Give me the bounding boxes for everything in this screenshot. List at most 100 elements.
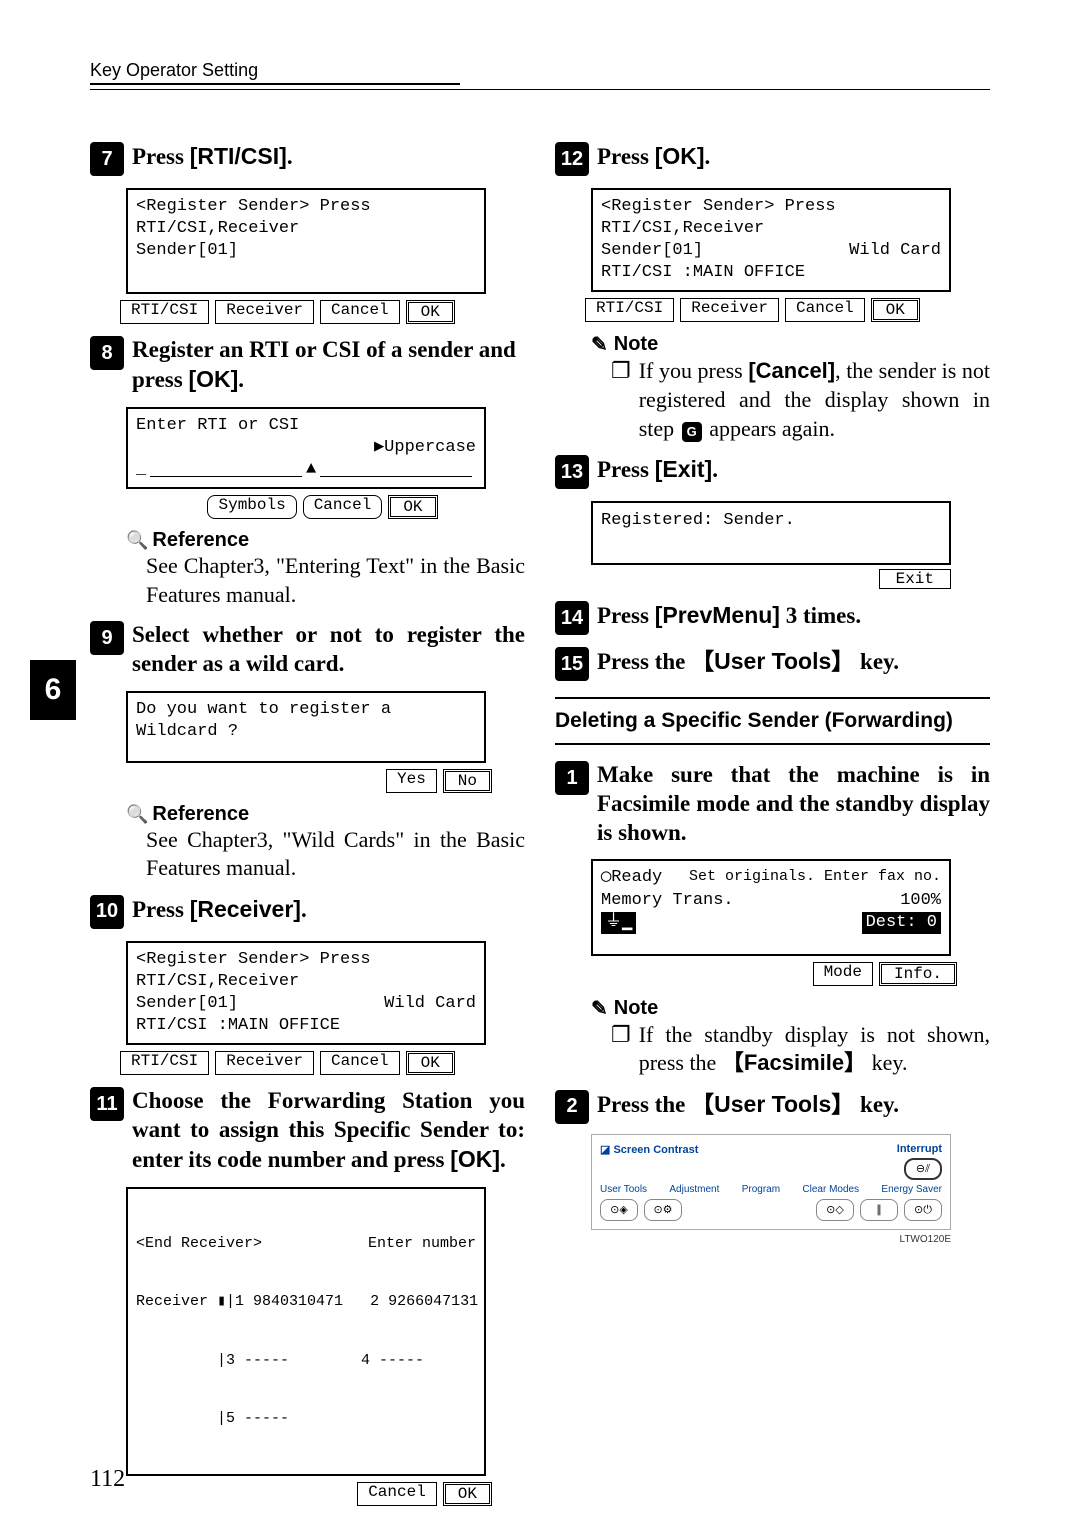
sk-mode[interactable]: Mode bbox=[813, 962, 873, 986]
step-number-9: 9 bbox=[90, 621, 124, 655]
step-13: 13 Press [Exit]. bbox=[555, 455, 990, 489]
energy-saver-button[interactable]: ⊙⏻ bbox=[904, 1199, 942, 1221]
sk-cancel[interactable]: Cancel bbox=[357, 1482, 437, 1506]
note-head-d1: Note bbox=[591, 996, 990, 1021]
note-head-12: Note bbox=[591, 332, 990, 357]
dstep-2-text: Press the bbox=[597, 1092, 691, 1117]
user-tools-key: User Tools bbox=[691, 648, 854, 674]
step-10-text: Press bbox=[132, 897, 190, 922]
softkeys-9: Yes No bbox=[120, 769, 492, 793]
clear-modes-button[interactable]: ∥ bbox=[860, 1199, 898, 1221]
step-12: 12 Press [OK]. bbox=[555, 142, 990, 176]
adjustment-button[interactable]: ⊙⚙ bbox=[644, 1199, 682, 1221]
step-number-13: 13 bbox=[555, 455, 589, 489]
header-section: Key Operator Setting bbox=[90, 60, 990, 81]
lcd-8: Enter RTI or CSI ▶Uppercase _▲ bbox=[126, 407, 486, 489]
lcd-13: Registered: Sender. bbox=[591, 501, 951, 565]
lcd-11: <End Receiver>Enter number Receiver ▮|1 … bbox=[126, 1187, 486, 1476]
prevmenu-label: [PrevMenu] bbox=[655, 602, 780, 628]
step-7-text: Press bbox=[132, 144, 190, 169]
sk-rti-csi[interactable]: RTI/CSI bbox=[120, 1051, 209, 1075]
sk-rti-csi[interactable]: RTI/CSI bbox=[585, 298, 674, 322]
left-column: 7 Press [RTI/CSI]. <Register Sender> Pre… bbox=[90, 130, 525, 1516]
softkeys-13: Exit bbox=[555, 569, 951, 589]
softkeys-7: RTI/CSI Receiver Cancel OK bbox=[120, 300, 525, 324]
softkeys-10: RTI/CSI Receiver Cancel OK bbox=[120, 1051, 525, 1075]
reference-head-9: Reference bbox=[126, 803, 525, 826]
sk-receiver[interactable]: Receiver bbox=[680, 298, 779, 322]
sk-no[interactable]: No bbox=[443, 769, 492, 793]
step-8: 8 Register an RTI or CSI of a sender and… bbox=[90, 336, 525, 395]
softkeys-12: RTI/CSI Receiver Cancel OK bbox=[585, 298, 990, 322]
screen-contrast-icon: ◪ bbox=[600, 1144, 613, 1156]
ok-label: [OK] bbox=[655, 143, 705, 169]
sk-cancel[interactable]: Cancel bbox=[785, 298, 865, 322]
sk-symbols[interactable]: Symbols bbox=[207, 495, 296, 519]
step-number-11: 11 bbox=[90, 1087, 124, 1121]
user-tools-key: User Tools bbox=[691, 1091, 854, 1117]
right-column: 12 Press [OK]. <Register Sender> Press R… bbox=[555, 130, 990, 1516]
header-rule bbox=[90, 89, 990, 90]
sk-ok[interactable]: OK bbox=[388, 495, 437, 519]
sk-cancel[interactable]: Cancel bbox=[303, 495, 383, 519]
step-number-12: 12 bbox=[555, 142, 589, 176]
sk-ok[interactable]: OK bbox=[871, 298, 920, 322]
step-12-text: Press bbox=[597, 144, 655, 169]
step-7: 7 Press [RTI/CSI]. bbox=[90, 142, 525, 176]
step-13-text: Press bbox=[597, 457, 655, 482]
dstep-number-2: 2 bbox=[555, 1090, 589, 1124]
sk-cancel[interactable]: Cancel bbox=[320, 1051, 400, 1075]
note-body-d1: ❐ If the standby display is not shown, p… bbox=[611, 1021, 990, 1078]
sk-info[interactable]: Info. bbox=[879, 962, 957, 986]
softkeys-d1: Mode Info. bbox=[585, 962, 957, 986]
sk-rti-csi[interactable]: RTI/CSI bbox=[120, 300, 209, 324]
dstep-1-text: Make sure that the machine is in Facsimi… bbox=[597, 761, 990, 847]
bullet-icon: ❐ bbox=[611, 1021, 631, 1078]
ok-label: [OK] bbox=[450, 1146, 500, 1172]
sk-ok[interactable]: OK bbox=[406, 1051, 455, 1075]
step-number-14: 14 bbox=[555, 601, 589, 635]
note-body-12: ❐ If you press [Cancel], the sender is n… bbox=[611, 357, 990, 443]
reference-head-8: Reference bbox=[126, 529, 525, 552]
step-ref-6: G bbox=[682, 422, 702, 442]
sk-receiver[interactable]: Receiver bbox=[215, 1051, 314, 1075]
sk-cancel[interactable]: Cancel bbox=[320, 300, 400, 324]
step-number-7: 7 bbox=[90, 142, 124, 176]
step-number-10: 10 bbox=[90, 895, 124, 929]
step-14-text: Press bbox=[597, 603, 655, 628]
reference-body-8: See Chapter3, "Entering Text" in the Bas… bbox=[146, 552, 525, 609]
interrupt-button[interactable]: ⊖⫽ bbox=[904, 1158, 942, 1180]
facsimile-key: Facsimile bbox=[722, 1050, 866, 1075]
sk-receiver[interactable]: Receiver bbox=[215, 300, 314, 324]
rti-csi-label: [RTI/CSI] bbox=[190, 143, 287, 169]
lcd-9: Do you want to register a Wildcard ? bbox=[126, 691, 486, 763]
receiver-label: [Receiver] bbox=[190, 896, 301, 922]
dstep-number-1: 1 bbox=[555, 761, 589, 795]
chapter-tab: 6 bbox=[30, 660, 76, 720]
lcd-12: <Register Sender> Press RTI/CSI,Receiver… bbox=[591, 188, 951, 292]
step-15: 15 Press the User Tools key. bbox=[555, 647, 990, 681]
panel-caption: LTWO120E bbox=[591, 1234, 951, 1245]
user-tools-button[interactable]: ⊙◈ bbox=[600, 1199, 638, 1221]
deleting-sender-heading: Deleting a Specific Sender (Forwarding) bbox=[555, 697, 990, 745]
lcd-10: <Register Sender> Press RTI/CSI,Receiver… bbox=[126, 941, 486, 1045]
softkeys-8: Symbols Cancel OK bbox=[120, 495, 525, 519]
sk-exit[interactable]: Exit bbox=[879, 569, 951, 589]
ok-label: [OK] bbox=[188, 366, 238, 392]
header-underline bbox=[90, 83, 460, 85]
softkeys-11: Cancel OK bbox=[120, 1482, 492, 1506]
step-11: 11 Choose the Forwarding Station you wan… bbox=[90, 1087, 525, 1174]
step-14: 14 Press [PrevMenu] 3 times. bbox=[555, 601, 990, 635]
dstep-2: 2 Press the User Tools key. bbox=[555, 1090, 990, 1124]
step-15-text: Press the bbox=[597, 649, 691, 674]
sk-ok[interactable]: OK bbox=[406, 300, 455, 324]
step-9-text: Select whether or not to register the se… bbox=[132, 621, 525, 679]
program-button[interactable]: ⊙◇ bbox=[816, 1199, 854, 1221]
control-panel-diagram: ◪ Screen Contrast Interrupt ⊖⫽ User Tool… bbox=[591, 1134, 951, 1230]
step-number-15: 15 bbox=[555, 647, 589, 681]
step-10: 10 Press [Receiver]. bbox=[90, 895, 525, 929]
sk-yes[interactable]: Yes bbox=[386, 769, 437, 793]
lcd-7: <Register Sender> Press RTI/CSI,Receiver… bbox=[126, 188, 486, 294]
sk-ok[interactable]: OK bbox=[443, 1482, 492, 1506]
bullet-icon: ❐ bbox=[611, 357, 631, 443]
